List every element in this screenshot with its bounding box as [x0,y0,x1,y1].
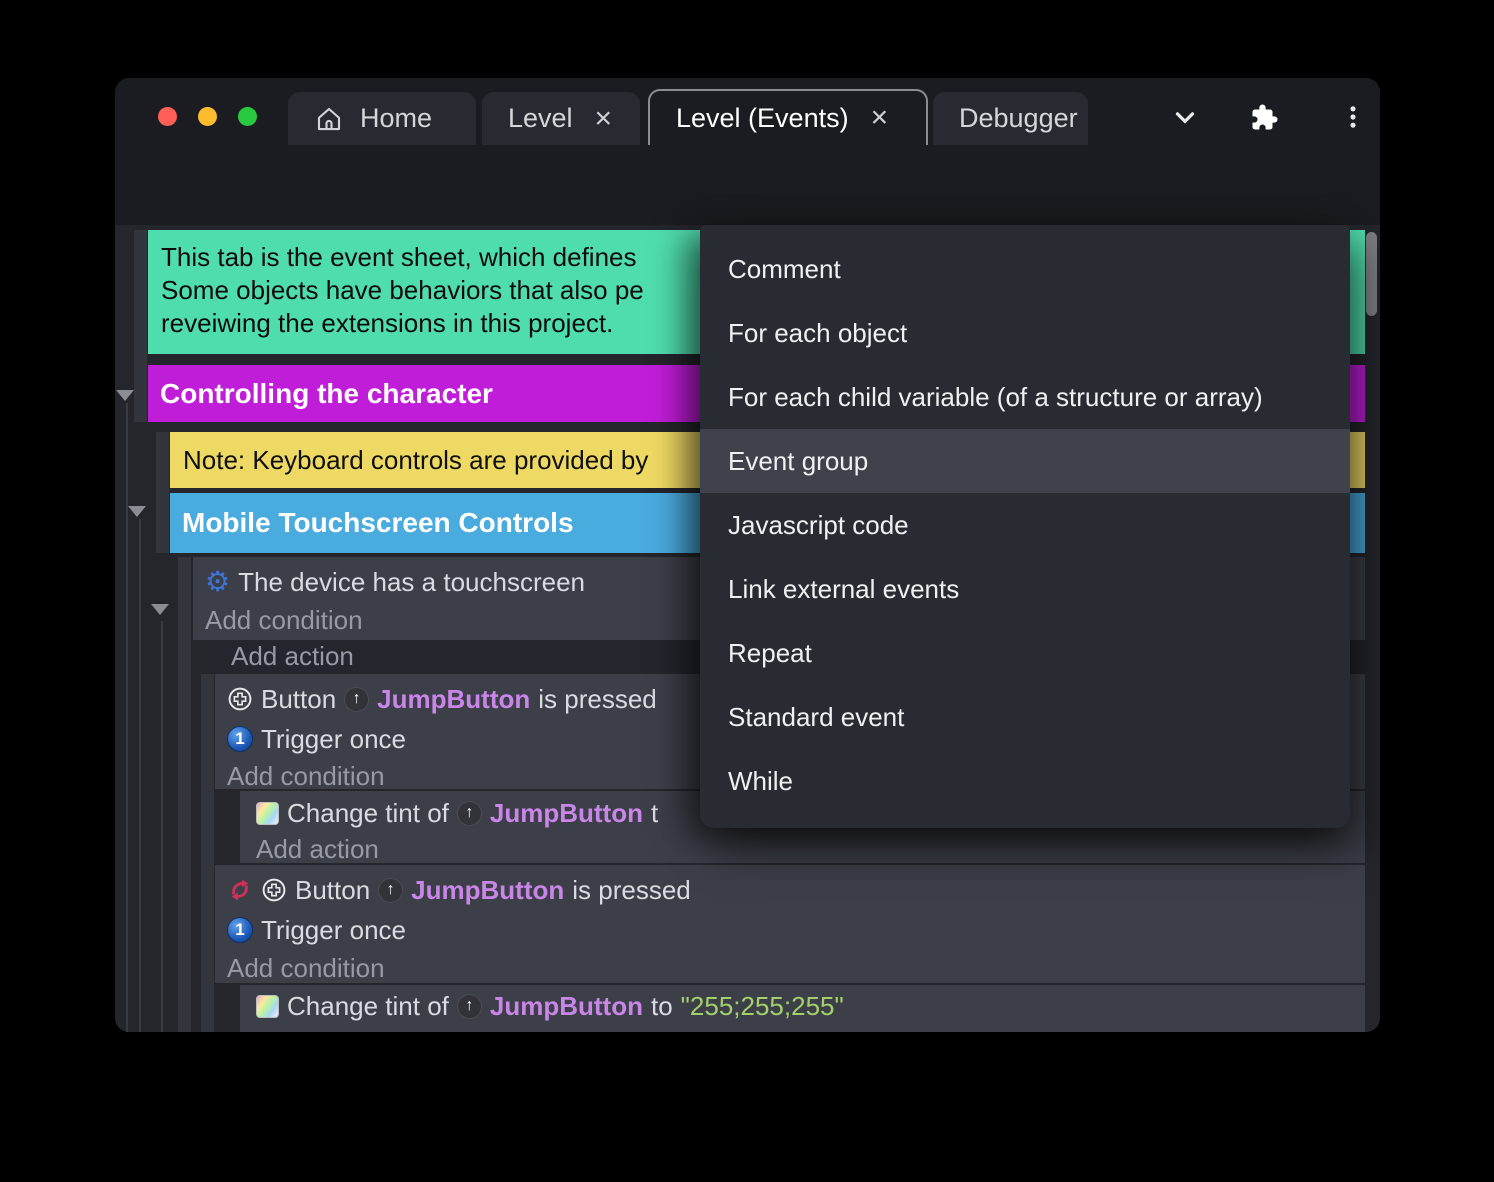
tab-debugger-label: Debugger [959,103,1078,133]
close-tab-icon[interactable]: × [871,103,889,133]
gdevelop-window: Home Level × Level (Events) × Debugger T… [115,78,1380,1032]
menu-item-repeat[interactable]: Repeat [700,621,1350,685]
menu-item-link-external-events[interactable]: Link external events [700,557,1350,621]
gamepad-button-icon [261,877,287,903]
action-change-tint-value[interactable]: Change tint of ↑ JumpButton to "255;255;… [240,985,1365,1032]
group-title: Controlling the character [160,377,493,409]
menu-item-for-each-object[interactable]: For each object [700,301,1350,365]
tab-level-events[interactable]: Level (Events) × [648,89,928,145]
object-name: JumpButton [411,874,565,905]
collapse-arrow-icon[interactable] [128,506,146,517]
chevron-down-icon [1170,102,1200,132]
indent-guide [126,403,128,1032]
event-jumpbutton-pressed-inverted[interactable]: Button ↑ JumpButton is pressed 1 Trigger… [215,865,1365,983]
group-spine [134,230,147,422]
screen: Home Level × Level (Events) × Debugger T… [0,0,1494,1182]
add-event-context-menu: Comment For each object For each child v… [700,225,1350,828]
kebab-menu-icon [1339,103,1367,131]
condition-row[interactable]: 1 Trigger once [215,913,406,947]
condition-text: is pressed [538,683,657,714]
condition-text: Button [295,874,371,905]
add-action-link[interactable]: Add action [240,1025,379,1033]
toolbar [115,145,1380,285]
condition-text: Button [261,683,337,714]
tab-level[interactable]: Level × [482,92,640,145]
object-name: JumpButton [377,683,531,714]
close-window-button[interactable] [158,107,177,126]
group-spine [156,432,169,553]
group-title: Mobile Touchscreen Controls [182,507,574,538]
window-menu-button[interactable] [1336,100,1370,134]
maximize-window-button[interactable] [238,107,257,126]
collapse-arrow-icon[interactable] [116,390,134,401]
object-name: JumpButton [489,797,643,828]
condition-text: Trigger once [261,914,406,945]
condition-row[interactable]: Button ↑ JumpButton is pressed [215,682,657,716]
tab-level-label: Level [508,103,573,133]
system-gear-icon: ⚙ [205,566,231,597]
tint-color-icon [256,801,279,825]
note-text: Note: Keyboard controls are provided by [183,444,649,475]
gamepad-button-icon [227,686,253,712]
tab-debugger[interactable]: Debugger [933,92,1088,145]
action-row[interactable]: Change tint of ↑ JumpButton to "255;255;… [240,989,844,1023]
condition-text: The device has a touchscreen [238,566,585,597]
collapse-arrow-icon[interactable] [151,604,169,615]
action-text: Change tint of [287,990,449,1021]
add-condition-label: Add condition [227,760,385,791]
add-action-label: Add action [256,1027,379,1033]
puzzle-icon [1250,102,1280,132]
menu-item-for-each-child-variable[interactable]: For each child variable (of a structure … [700,365,1350,429]
tint-color-icon [256,994,279,1018]
invert-condition-icon [227,877,253,903]
object-chip-up-arrow-icon: ↑ [378,877,404,903]
add-condition-label: Add condition [205,604,363,635]
add-condition-link[interactable]: Add condition [193,603,363,637]
add-condition-label: Add condition [227,952,385,983]
tab-bar: Home Level × Level (Events) × Debugger [115,78,1380,145]
menu-item-javascript-code[interactable]: Javascript code [700,493,1350,557]
trigger-once-icon: 1 [227,917,253,943]
home-icon [314,104,344,134]
add-action-link[interactable]: Add action [240,832,379,866]
object-name: JumpButton [489,990,643,1021]
vertical-scrollbar-thumb[interactable] [1366,232,1377,316]
menu-item-event-group[interactable]: Event group [700,429,1350,493]
group-spine [201,674,214,1032]
indent-guide [139,519,141,1032]
condition-row[interactable]: ⚙ The device has a touchscreen [193,565,585,599]
tab-home[interactable]: Home [288,92,476,145]
object-chip-up-arrow-icon: ↑ [456,993,482,1019]
menu-item-while[interactable]: While [700,749,1350,813]
action-text: Change tint of [287,797,449,828]
action-text: t [650,797,659,828]
action-row[interactable]: Change tint of ↑ JumpButton t [240,796,658,830]
action-text: to [650,990,673,1021]
extensions-button[interactable] [1248,100,1282,134]
menu-item-comment[interactable]: Comment [700,237,1350,301]
condition-text: is pressed [572,874,691,905]
indent-guide [161,621,163,1032]
condition-text: Trigger once [261,723,406,754]
add-condition-link[interactable]: Add condition [215,759,385,793]
condition-row[interactable]: 1 Trigger once [215,722,406,756]
add-condition-link[interactable]: Add condition [215,951,385,985]
trigger-once-icon: 1 [227,726,253,752]
tab-home-label: Home [360,103,433,133]
condition-row[interactable]: Button ↑ JumpButton is pressed [215,873,691,907]
object-chip-up-arrow-icon: ↑ [344,686,370,712]
tint-value-string: "255;255;255" [680,990,844,1021]
add-action-label: Add action [256,833,379,864]
tab-level-events-label: Level (Events) [676,102,849,133]
group-spine [178,557,191,1032]
minimize-window-button[interactable] [198,107,217,126]
object-chip-up-arrow-icon: ↑ [456,800,482,826]
close-tab-icon[interactable]: × [595,103,613,134]
tabs-chevron-down-button[interactable] [1168,100,1202,134]
menu-item-standard-event[interactable]: Standard event [700,685,1350,749]
add-action-label: Add action [231,641,354,671]
